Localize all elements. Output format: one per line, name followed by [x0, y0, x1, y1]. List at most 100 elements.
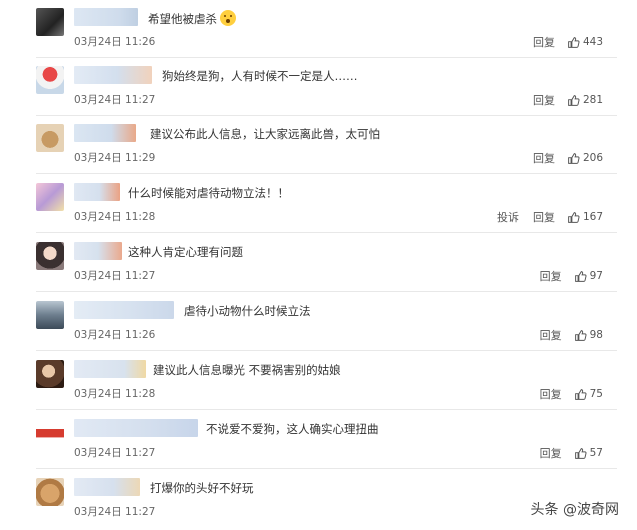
like-button[interactable]: 281 [567, 94, 603, 107]
username-blurred[interactable] [74, 124, 136, 142]
like-button[interactable]: 443 [567, 36, 603, 49]
reply-button[interactable]: 回复 [533, 150, 555, 166]
username-blurred[interactable] [74, 419, 198, 437]
comment-row: 狗始终是狗，人有时候不一定是人…… 03月24日 11:27 回复 281 [0, 58, 637, 116]
comment-content: 狗始终是狗，人有时候不一定是人…… [162, 69, 358, 83]
divider [36, 409, 617, 410]
avatar[interactable] [36, 8, 64, 36]
like-button[interactable]: 75 [574, 388, 603, 401]
comment-time: 03月24日 11:27 [74, 447, 156, 459]
comment-row: 虐待小动物什么时候立法 03月24日 11:26 回复 98 [0, 293, 637, 351]
comment-text: 这种人肯定心理有问题 [128, 244, 243, 260]
like-button[interactable]: 206 [567, 152, 603, 165]
username-blurred[interactable] [74, 360, 146, 378]
reply-button[interactable]: 回复 [540, 327, 562, 343]
like-count: 281 [582, 94, 603, 106]
comment-content: 不说爱不爱狗，这人确实心理扭曲 [206, 422, 379, 436]
like-button[interactable]: 97 [574, 270, 603, 283]
comment-actions: 回复 75 [526, 386, 603, 402]
username-blurred[interactable] [74, 242, 122, 260]
avatar[interactable] [36, 66, 64, 94]
thumbs-up-icon [568, 152, 580, 164]
thumbs-up-icon [568, 211, 580, 223]
avatar[interactable] [36, 360, 64, 388]
like-count: 75 [589, 388, 603, 400]
comment-content: 建议公布此人信息，让大家远离此兽，太可怕 [150, 127, 380, 141]
comment-text: 希望他被虐杀 [148, 10, 236, 27]
like-button[interactable]: 98 [574, 329, 603, 342]
comment-time: 03月24日 11:28 [74, 211, 156, 223]
reply-button[interactable]: 回复 [540, 445, 562, 461]
username-blurred[interactable] [74, 183, 120, 201]
comment-content: 希望他被虐杀 [148, 12, 217, 26]
username-blurred[interactable] [74, 478, 140, 496]
reply-button[interactable]: 回复 [540, 386, 562, 402]
comment-actions: 回复 98 [526, 327, 603, 343]
comment-actions: 回复 57 [526, 445, 603, 461]
report-button[interactable]: 投诉 [497, 209, 519, 225]
comment-time: 03月24日 11:27 [74, 506, 156, 518]
comment-time: 03月24日 11:28 [74, 388, 156, 400]
like-count: 167 [582, 211, 603, 223]
comment-text: 狗始终是狗，人有时候不一定是人…… [162, 68, 358, 84]
reply-button[interactable]: 回复 [533, 92, 555, 108]
like-button[interactable]: 57 [574, 447, 603, 460]
comment-content: 建议此人信息曝光 不要祸害别的姑娘 [153, 363, 341, 377]
reply-button[interactable]: 回复 [533, 34, 555, 50]
avatar[interactable] [36, 301, 64, 329]
comment-actions: 回复 206 [519, 150, 603, 166]
username-blurred[interactable] [74, 8, 138, 26]
thumbs-up-icon [574, 270, 587, 282]
username-blurred[interactable] [74, 66, 152, 84]
surprised-emoji-icon [220, 10, 236, 26]
comment-content: 这种人肯定心理有问题 [128, 245, 243, 259]
thumbs-up-icon [574, 388, 587, 400]
comment-time: 03月24日 11:26 [74, 36, 156, 48]
thumbs-up-icon [568, 36, 580, 48]
comment-time: 03月24日 11:29 [74, 152, 156, 164]
thumbs-up-icon [574, 447, 587, 459]
comment-content: 打爆你的头好不好玩 [150, 481, 254, 495]
avatar[interactable] [36, 242, 64, 270]
comment-text: 建议公布此人信息，让大家远离此兽，太可怕 [150, 126, 380, 142]
comment-row: 什么时候能对虐待动物立法！！ 03月24日 11:28 投诉 回复 167 [0, 175, 637, 233]
comment-time: 03月24日 11:26 [74, 329, 156, 341]
avatar[interactable] [36, 419, 64, 447]
watermark: 头条 @波奇网 [526, 498, 623, 520]
divider [36, 468, 617, 469]
comment-text: 建议此人信息曝光 不要祸害别的姑娘 [153, 362, 341, 378]
reply-button[interactable]: 回复 [533, 209, 555, 225]
username-blurred[interactable] [74, 301, 174, 319]
comment-text: 虐待小动物什么时候立法 [184, 303, 311, 319]
like-count: 98 [589, 329, 603, 341]
divider [36, 173, 617, 174]
like-count: 206 [582, 152, 603, 164]
divider [36, 232, 617, 233]
reply-button[interactable]: 回复 [540, 268, 562, 284]
avatar[interactable] [36, 478, 64, 506]
comment-actions: 回复 281 [519, 92, 603, 108]
comment-row: 建议公布此人信息，让大家远离此兽，太可怕 03月24日 11:29 回复 206 [0, 116, 637, 174]
comment-time: 03月24日 11:27 [74, 270, 156, 282]
comment-content: 虐待小动物什么时候立法 [184, 304, 311, 318]
comment-row: 这种人肯定心理有问题 03月24日 11:27 回复 97 [0, 234, 637, 292]
comment-time: 03月24日 11:27 [74, 94, 156, 106]
comment-actions: 投诉 回复 167 [483, 209, 603, 225]
like-count: 57 [589, 447, 603, 459]
thumbs-up-icon [568, 94, 580, 106]
comment-row: 希望他被虐杀 03月24日 11:26 回复 443 [0, 0, 637, 58]
comment-content: 什么时候能对虐待动物立法！！ [128, 186, 289, 200]
comment-text: 不说爱不爱狗，这人确实心理扭曲 [206, 421, 379, 437]
comment-row: 建议此人信息曝光 不要祸害别的姑娘 03月24日 11:28 回复 75 [0, 352, 637, 410]
comment-text: 什么时候能对虐待动物立法！！ [128, 185, 289, 201]
like-count: 443 [582, 36, 603, 48]
avatar[interactable] [36, 183, 64, 211]
comment-row: 不说爱不爱狗，这人确实心理扭曲 03月24日 11:27 回复 57 [0, 411, 637, 469]
comment-text: 打爆你的头好不好玩 [150, 480, 254, 496]
like-button[interactable]: 167 [567, 211, 603, 224]
divider [36, 291, 617, 292]
like-count: 97 [589, 270, 603, 282]
divider [36, 350, 617, 351]
avatar[interactable] [36, 124, 64, 152]
comment-actions: 回复 97 [526, 268, 603, 284]
